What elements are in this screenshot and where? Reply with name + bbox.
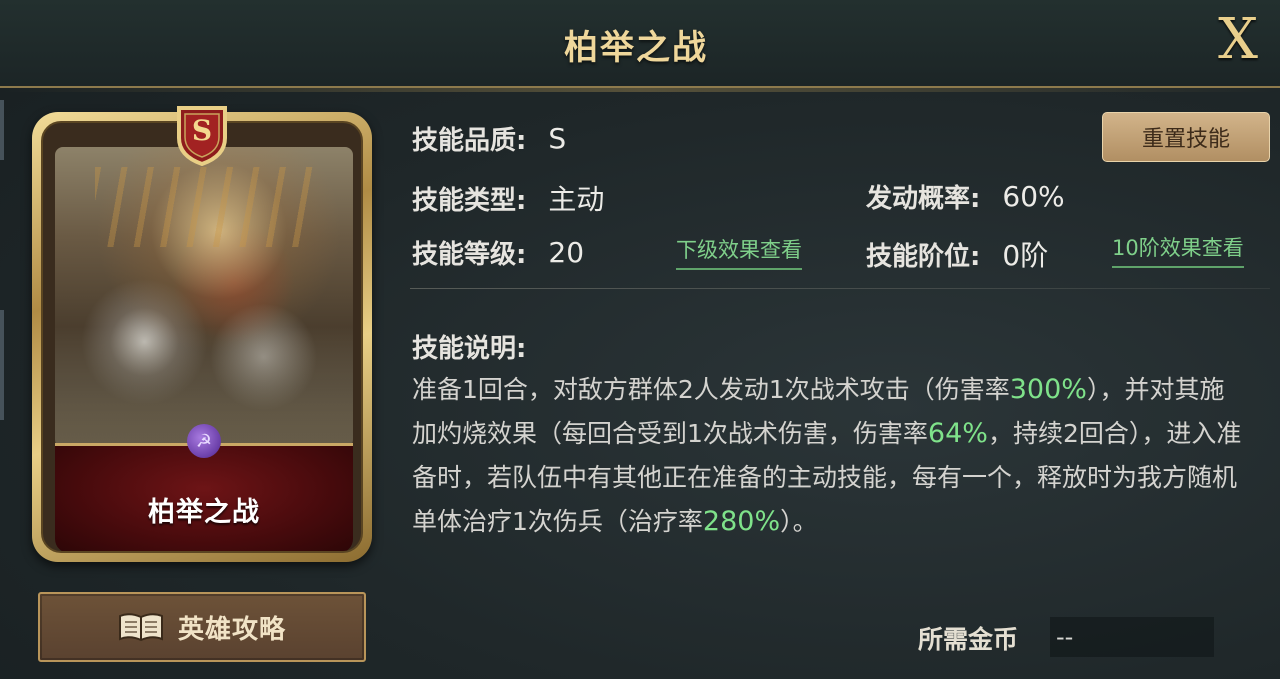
skill-description: 准备1回合，对敌方群体2人发动1次战术攻击（伤害率300%），并对其施加灼烧效果… [412, 368, 1248, 544]
skill-type-label: 技能类型: [412, 185, 527, 216]
gold-cost-label: 所需金币 [918, 625, 1019, 654]
reset-skill-button[interactable]: 重置技能 [1102, 112, 1270, 162]
close-icon: X [1218, 7, 1258, 72]
hero-guide-label: 英雄攻略 [177, 614, 286, 645]
skill-level-value: 20 [548, 236, 585, 269]
skill-tier-value: 0阶 [1002, 239, 1049, 272]
skill-tier-label: 技能阶位: [866, 241, 981, 272]
book-icon [118, 613, 163, 642]
trigger-rate-label: 发动概率: [866, 184, 981, 214]
rank-shield-icon: S [175, 104, 229, 167]
trigger-rate-row: 发动概率: 60% [866, 178, 1065, 215]
skill-level-label: 技能等级: [412, 240, 527, 270]
skill-card: ☭ 柏举之战 S [32, 106, 372, 562]
gold-cost-value: -- [1050, 617, 1214, 657]
skill-tier-row: 技能阶位: 0阶 [866, 234, 1048, 274]
desc-text: ）。 [780, 507, 818, 536]
skill-quality-label: 技能品质: [412, 126, 527, 156]
skill-card-frame: ☭ 柏举之战 [41, 121, 363, 553]
skill-type-row: 技能类型: 主动 [412, 178, 604, 218]
heal-rate-value: 280% [702, 506, 781, 537]
header-bar: 柏举之战 X [0, 0, 1280, 92]
next-level-effect-link[interactable]: 下级效果查看 [676, 234, 802, 270]
rank-letter: S [191, 114, 213, 147]
skill-card-name: 柏举之战 [148, 497, 260, 528]
skill-card-artwork [55, 147, 353, 447]
skill-card-name-plate: ☭ 柏举之战 [55, 424, 353, 551]
section-divider [410, 288, 1270, 289]
skill-type-emblem-icon: ☭ [187, 424, 221, 458]
tier-10-effect-link[interactable]: 10阶效果查看 [1112, 232, 1244, 268]
left-edge-marker [0, 100, 4, 160]
burn-rate-value: 64% [927, 418, 988, 449]
left-edge-marker [0, 310, 4, 420]
trigger-rate-value: 60% [1002, 180, 1065, 213]
page-title: 柏举之战 [564, 28, 708, 68]
skill-description-title: 技能说明: [412, 334, 527, 364]
skill-quality-row: 技能品质: S [412, 120, 566, 157]
desc-text: 准备1回合，对敌方群体2人发动1次战术攻击（伤害率 [412, 375, 1010, 404]
damage-rate-value: 300% [1009, 374, 1087, 405]
skill-quality-value: S [548, 122, 567, 155]
hero-guide-button[interactable]: 英雄攻略 [38, 592, 366, 662]
skill-level-row: 技能等级: 20 [412, 234, 584, 271]
close-button[interactable]: X [1208, 10, 1268, 70]
skill-type-value: 主动 [548, 183, 605, 216]
